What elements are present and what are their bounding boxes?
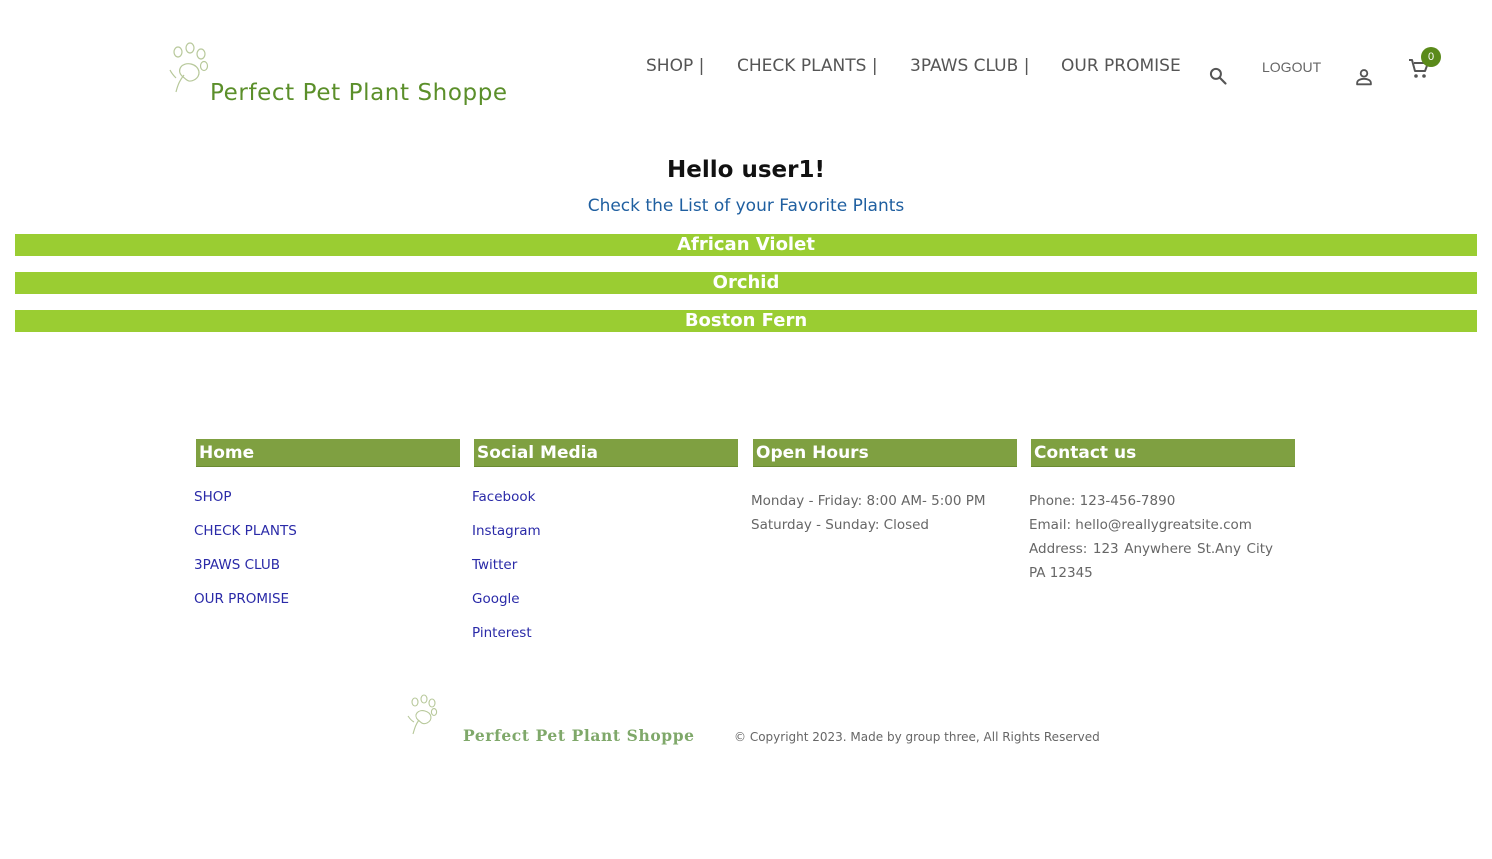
footer-link-shop[interactable]: SHOP <box>194 489 460 523</box>
footer-contact-heading: Contact us <box>1031 439 1295 467</box>
footer-brand-name: Perfect Pet Plant Shoppe <box>463 726 695 745</box>
footer-social-heading: Social Media <box>474 439 738 467</box>
footer-link-our-promise[interactable]: OUR PROMISE <box>194 591 460 625</box>
paw-logo-icon <box>407 694 438 735</box>
favorite-plant-item[interactable]: Boston Fern <box>15 310 1477 332</box>
footer-link-twitter[interactable]: Twitter <box>472 557 738 591</box>
footer-link-3paws-club[interactable]: 3PAWS CLUB <box>194 557 460 591</box>
hours-weekday: Monday - Friday: 8:00 AM- 5:00 PM <box>751 493 986 509</box>
logout-link[interactable]: LOGOUT <box>1262 59 1321 75</box>
user-icon[interactable] <box>1353 66 1375 88</box>
footer-hours-column: Open Hours Monday - Friday: 8:00 AM- 5:0… <box>751 439 1017 537</box>
favorite-plant-item[interactable]: Orchid <box>15 272 1477 294</box>
nav-check-plants[interactable]: CHECK PLANTS | <box>737 56 878 76</box>
copyright-text: © Copyright 2023. Made by group three, A… <box>734 730 1100 744</box>
favorites-list-link[interactable]: Check the List of your Favorite Plants <box>0 196 1492 216</box>
footer-home-column: Home SHOP CHECK PLANTS 3PAWS CLUB OUR PR… <box>194 439 460 625</box>
nav-our-promise[interactable]: OUR PROMISE <box>1061 56 1181 76</box>
footer-contact-column: Contact us Phone: 123-456-7890 Email: he… <box>1029 439 1295 585</box>
footer-link-facebook[interactable]: Facebook <box>472 489 738 523</box>
footer-home-heading: Home <box>196 439 460 467</box>
hours-weekend: Saturday - Sunday: Closed <box>751 517 930 533</box>
site-logo[interactable]: Perfect Pet Plant Shoppe <box>164 42 524 112</box>
cart-count-badge: 0 <box>1421 47 1441 67</box>
brand-name: Perfect Pet Plant Shoppe <box>210 80 508 106</box>
footer-hours-heading: Open Hours <box>753 439 1017 467</box>
footer-link-check-plants[interactable]: CHECK PLANTS <box>194 523 460 557</box>
nav-shop[interactable]: SHOP | <box>646 56 704 76</box>
paw-logo-icon <box>169 42 209 93</box>
footer-link-google[interactable]: Google <box>472 591 738 625</box>
footer-social-column: Social Media Facebook Instagram Twitter … <box>472 439 738 659</box>
footer-link-instagram[interactable]: Instagram <box>472 523 738 557</box>
search-icon[interactable] <box>1208 66 1228 86</box>
contact-phone: Phone: 123-456-7890 <box>1029 493 1176 509</box>
contact-email: Email: hello@reallygreatsite.com <box>1029 517 1252 533</box>
greeting-heading: Hello user1! <box>667 157 825 183</box>
favorite-plant-item[interactable]: African Violet <box>15 234 1477 256</box>
nav-3paws-club[interactable]: 3PAWS CLUB | <box>910 56 1029 76</box>
contact-address: Address: 123 Anywhere St.Any City PA 123… <box>1029 541 1273 581</box>
footer-link-pinterest[interactable]: Pinterest <box>472 625 738 659</box>
